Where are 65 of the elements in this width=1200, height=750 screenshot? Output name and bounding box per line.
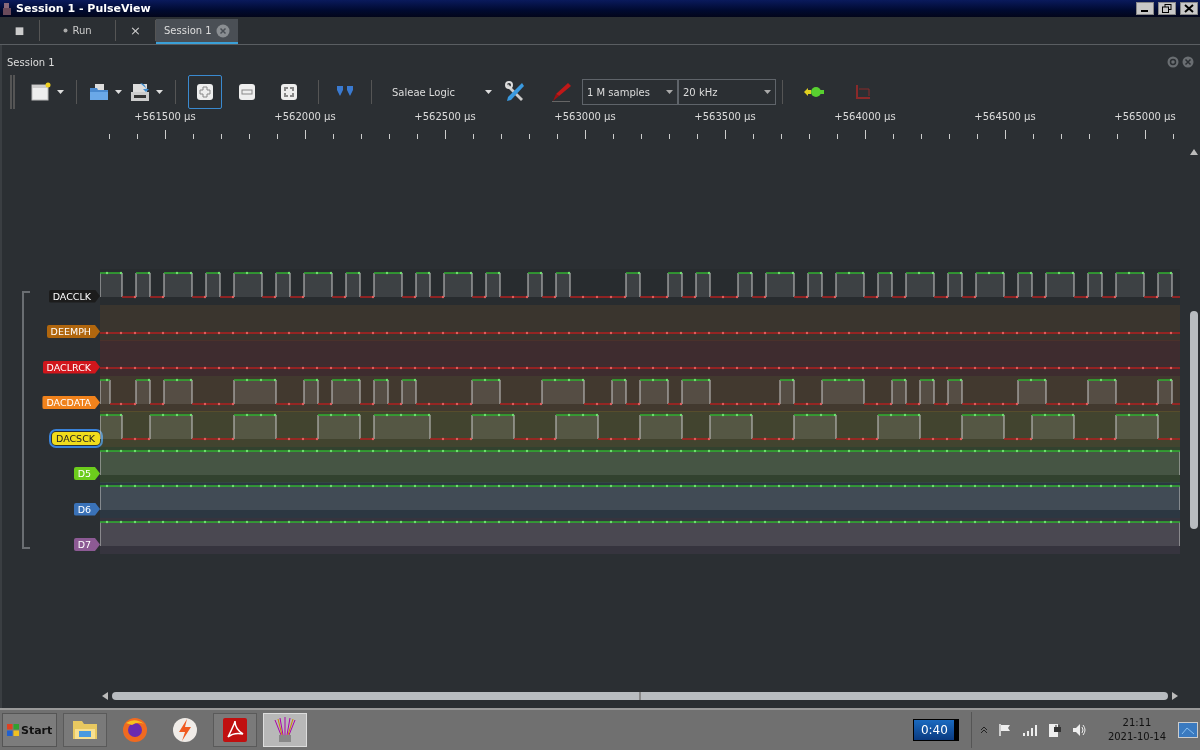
dot-icon: [63, 28, 69, 33]
channel-label[interactable]: D6: [73, 502, 100, 516]
flag-icon[interactable]: [997, 723, 1012, 737]
scroll-up-icon[interactable]: [1190, 149, 1198, 155]
time-label: +563500 µs: [694, 111, 756, 122]
desktop-icon[interactable]: [1178, 722, 1198, 738]
time-label: +563000 µs: [554, 111, 616, 122]
tab[interactable]: Run: [40, 20, 116, 41]
sample-rate-dropdown[interactable]: 20 kHz: [678, 79, 776, 105]
app-icon: [2, 2, 12, 15]
zoom-in-icon[interactable]: [196, 83, 214, 101]
tab[interactable]: ■: [0, 20, 40, 41]
tools-icon[interactable]: [504, 81, 526, 103]
caret-icon[interactable]: [156, 90, 163, 94]
settings-icon[interactable]: [1167, 56, 1179, 68]
tab[interactable]: Session 1: [156, 19, 238, 44]
power-plug-icon[interactable]: [1047, 722, 1062, 738]
time-label: +565000 µs: [1114, 111, 1176, 122]
windows-logo-icon: [7, 724, 19, 736]
folder-icon[interactable]: [89, 82, 109, 102]
taskbar-button[interactable]: [63, 713, 108, 747]
close-icon: [1184, 4, 1194, 13]
minimize-button[interactable]: [1136, 2, 1154, 15]
save-icon[interactable]: [130, 82, 150, 102]
caret-icon[interactable]: [57, 90, 64, 94]
time-label: +564500 µs: [974, 111, 1036, 122]
device-selector[interactable]: Saleae Logic: [380, 86, 498, 98]
chevron-up-icon[interactable]: [979, 726, 988, 734]
channel-label[interactable]: DACSCK: [52, 431, 100, 445]
scrollbar-thumb[interactable]: [1190, 311, 1198, 529]
sample-count-dropdown[interactable]: 1 M samples: [582, 79, 678, 105]
scroll-left-icon[interactable]: [102, 692, 108, 700]
restore-button[interactable]: [1158, 2, 1176, 15]
restore-icon: [1162, 4, 1172, 13]
caret-icon[interactable]: [115, 90, 122, 94]
start-button[interactable]: Start: [2, 713, 58, 747]
time-label: +562500 µs: [414, 111, 476, 122]
channel-label[interactable]: DACLRCK: [42, 360, 100, 374]
time-label: +564000 µs: [834, 111, 896, 122]
close-button[interactable]: [1180, 2, 1198, 15]
channel-label[interactable]: DEEMPH: [46, 325, 100, 338]
taskbar-button[interactable]: [213, 713, 258, 747]
grip-icon[interactable]: [638, 692, 642, 700]
window-title: Session 1 - PulseView: [16, 2, 151, 15]
clock-time[interactable]: 21:11: [1122, 716, 1152, 730]
panel-title: Session 1: [7, 56, 55, 68]
zoom-out-icon[interactable]: [238, 83, 256, 101]
time-label: +561500 µs: [134, 111, 196, 122]
close-icon[interactable]: [1182, 56, 1194, 68]
channel-label[interactable]: DACCLK: [48, 289, 100, 303]
time-label: +562000 µs: [274, 111, 336, 122]
scroll-right-icon[interactable]: [1172, 692, 1178, 700]
zoom-fit-icon[interactable]: [280, 83, 298, 101]
new-window-icon[interactable]: [31, 82, 51, 102]
close-icon[interactable]: [215, 23, 230, 38]
speaker-icon[interactable]: [1071, 723, 1086, 737]
scrollbar-thumb[interactable]: [112, 692, 1168, 700]
battery-indicator[interactable]: 0:40: [912, 719, 959, 741]
run-icon[interactable]: [803, 86, 825, 98]
caret-icon: [764, 90, 771, 94]
clock-date[interactable]: 2021-10-14: [1107, 730, 1166, 744]
channel-label[interactable]: D7: [73, 538, 100, 551]
caret-icon: [666, 90, 673, 94]
caret-icon: [485, 90, 492, 94]
signal-bars-icon[interactable]: [1021, 724, 1038, 736]
